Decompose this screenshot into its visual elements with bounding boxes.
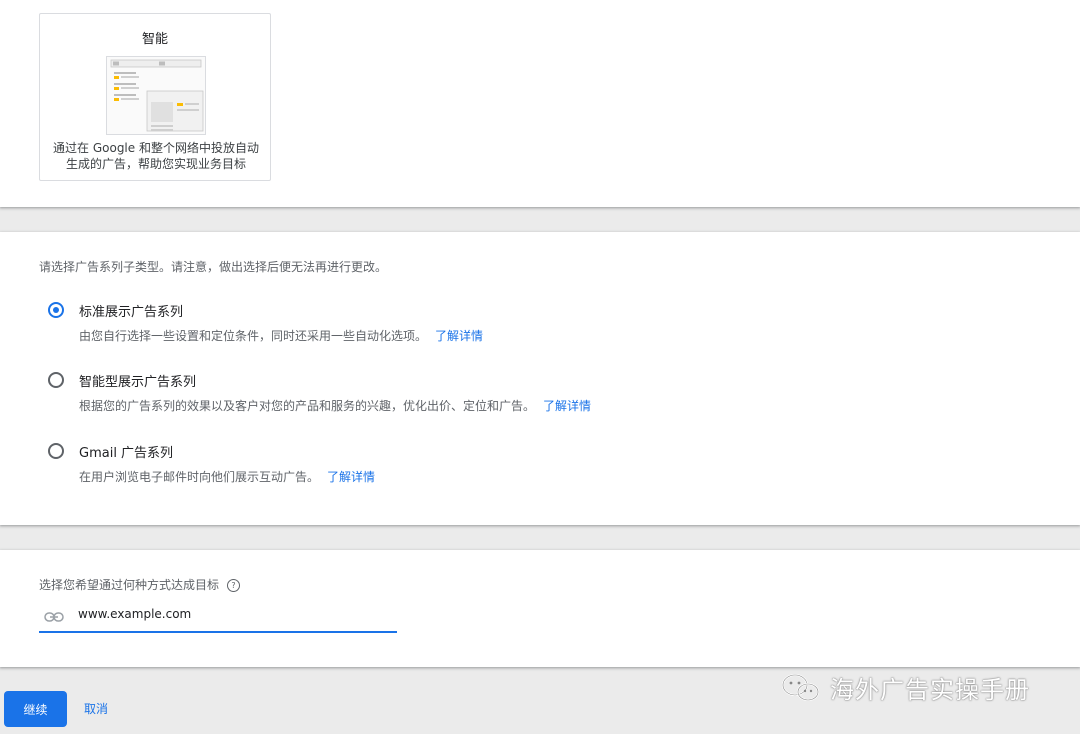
option-desc-gmail: 在用户浏览电子邮件时向他们展示互动广告。 了解详情	[79, 468, 375, 485]
campaign-subtype-card: 请选择广告系列子类型。请注意，做出选择后便无法再进行更改。 标准展示广告系列 由…	[0, 232, 1080, 525]
subtype-prompt: 请选择广告系列子类型。请注意，做出选择后便无法再进行更改。	[39, 260, 388, 274]
watermark-text: 海外广告实操手册	[830, 676, 1030, 704]
option-title-smart: 智能型展示广告系列	[79, 375, 197, 390]
option-desc-standard: 由您自行选择一些设置和定位条件，同时还采用一些自动化选项。 了解详情	[79, 327, 483, 344]
continue-button[interactable]: 继续	[4, 691, 67, 727]
radio-standard[interactable]	[48, 302, 64, 318]
goal-tile-title: 智能	[141, 32, 168, 47]
help-icon[interactable]: ?	[227, 579, 241, 592]
watermark: 海外广告实操手册	[780, 670, 1030, 705]
option-title-standard: 标准展示广告系列	[79, 305, 184, 320]
goal-tile-smart[interactable]: 智能 通过在 Google 和整个网络中投放自动生成的广告，帮助您实现业务目标	[39, 13, 271, 181]
option-desc-smart: 根据您的广告系列的效果以及客户对您的产品和服务的兴趣，优化出价、定位和广告。 了解…	[79, 397, 591, 414]
learn-more-link-smart[interactable]: 了解详情	[543, 399, 591, 413]
url-input[interactable]	[78, 607, 378, 621]
option-desc-text: 根据您的广告系列的效果以及客户对您的产品和服务的兴趣，优化出价、定位和广告。	[79, 399, 536, 413]
link-icon	[44, 612, 64, 622]
learn-more-link-gmail[interactable]: 了解详情	[327, 470, 375, 484]
wechat-icon	[782, 673, 819, 701]
goal-tile-description: 通过在 Google 和整个网络中投放自动生成的广告，帮助您实现业务目标	[53, 141, 259, 171]
url-section-label: 选择您希望通过何种方式达成目标?	[39, 576, 241, 593]
cancel-button[interactable]: 取消	[84, 700, 108, 717]
radio-smart[interactable]	[48, 372, 64, 388]
url-field[interactable]	[39, 605, 397, 633]
url-card: 选择您希望通过何种方式达成目标?	[0, 550, 1080, 667]
url-label-text: 选择您希望通过何种方式达成目标	[39, 578, 220, 592]
option-desc-text: 在用户浏览电子邮件时向他们展示互动广告。	[79, 470, 320, 484]
goal-card: 智能 通过在 Google 和整个网络中投放自动生成的广告，帮助您实现业务目标	[0, 0, 1080, 207]
option-desc-text: 由您自行选择一些设置和定位条件，同时还采用一些自动化选项。	[79, 329, 428, 343]
learn-more-link-standard[interactable]: 了解详情	[435, 329, 483, 343]
radio-gmail[interactable]	[48, 443, 64, 459]
option-title-gmail: Gmail 广告系列	[79, 446, 174, 461]
smart-campaign-illustration	[106, 56, 206, 135]
